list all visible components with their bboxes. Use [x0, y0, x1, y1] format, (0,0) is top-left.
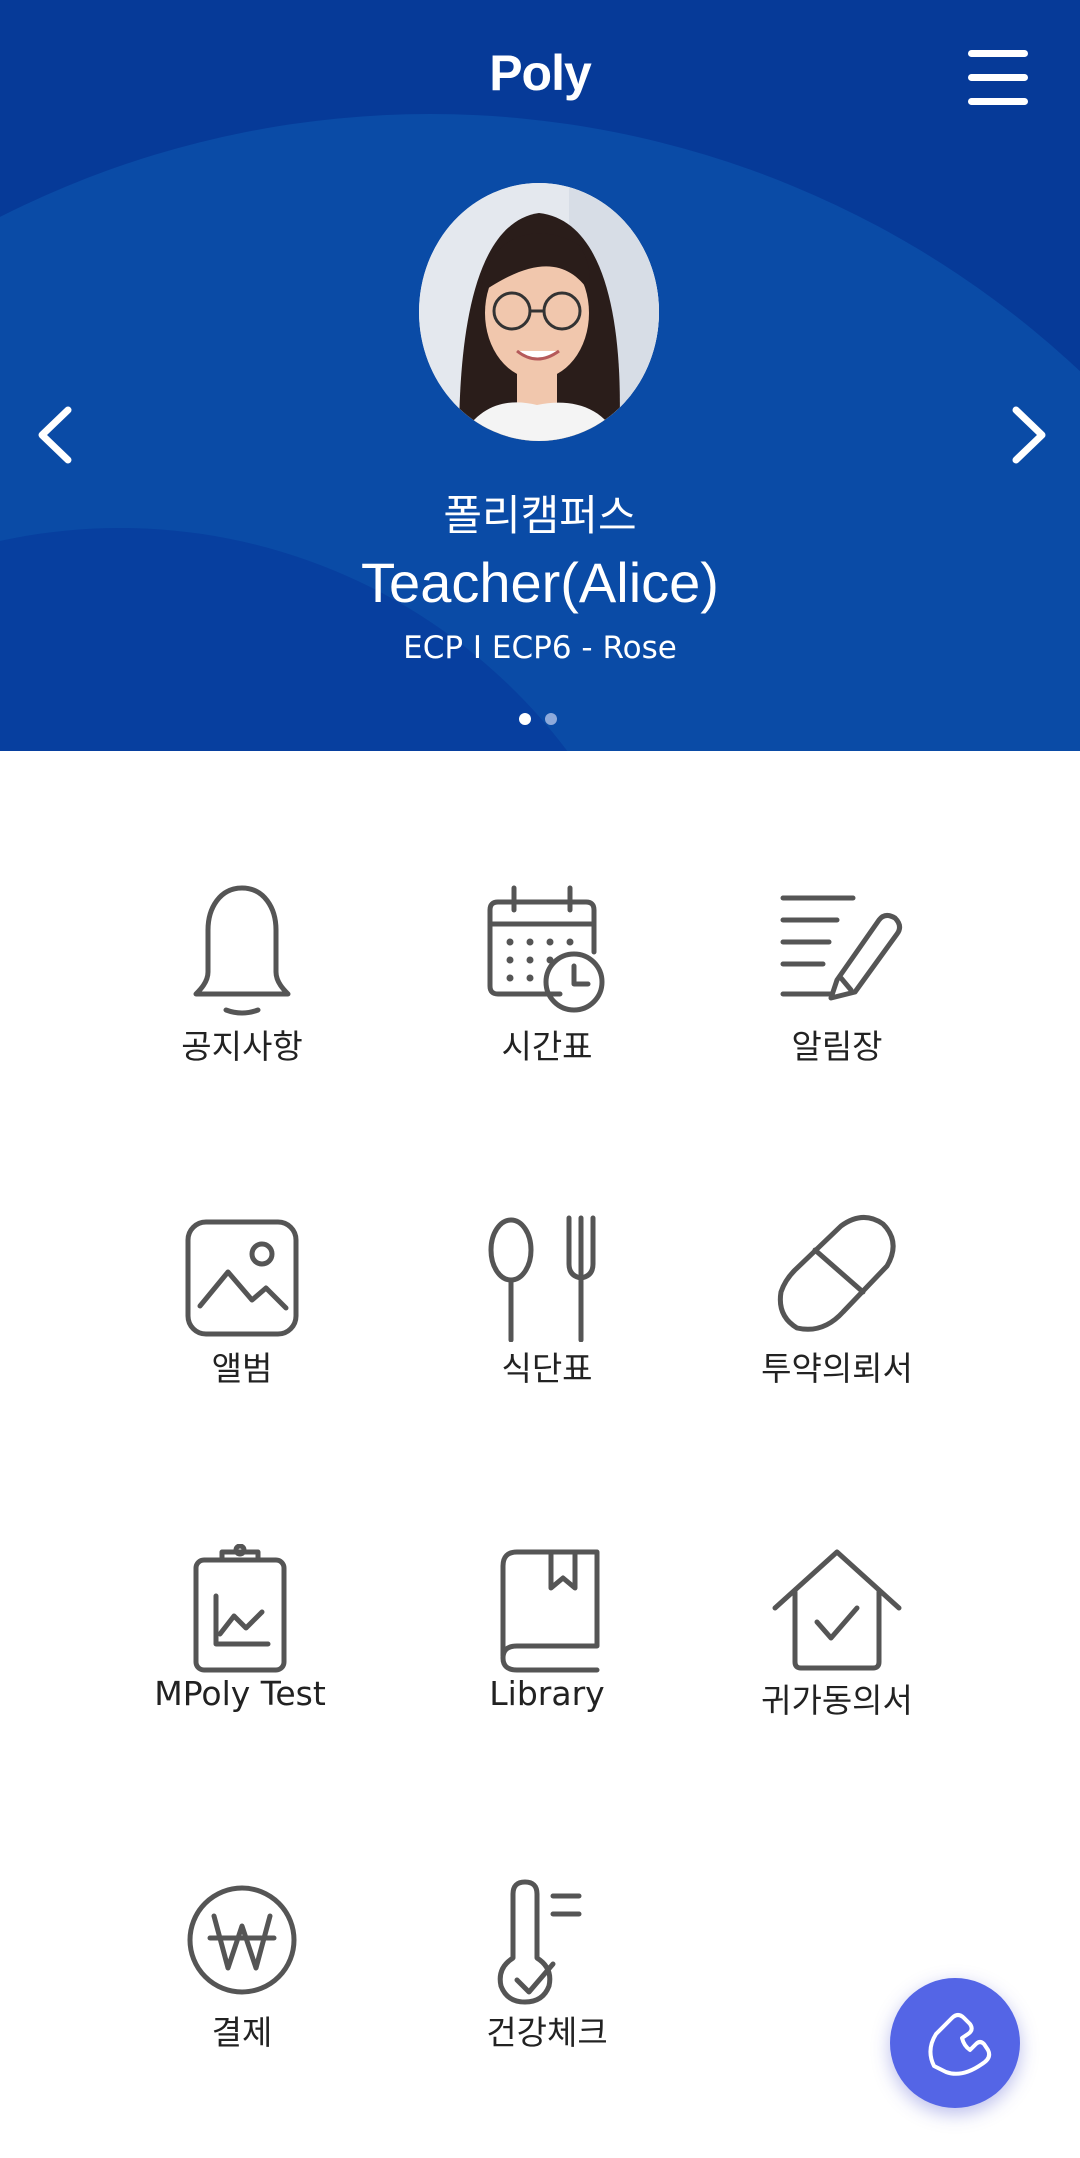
school-name: 폴리캠퍼스 — [443, 491, 637, 540]
class-info: ECP I ECP6 - Rose — [403, 630, 677, 666]
menu-item-notice-board[interactable]: 알림장 — [687, 880, 987, 1068]
profile-header: Poly 폴리캠퍼스 Teacher(Alice) ECP I ECP6 - R… — [0, 0, 1080, 751]
menu-item-label: 식단표 — [501, 1349, 593, 1388]
menu-item-label: MPoly Test — [154, 1674, 326, 1713]
clipboard-chart-icon — [193, 1544, 287, 1673]
note-pencil-icon — [780, 895, 903, 1001]
spoon-fork-icon — [488, 1215, 596, 1342]
pill-icon — [777, 1215, 896, 1332]
bell-icon — [193, 885, 291, 1016]
next-arrow-icon[interactable] — [998, 400, 1058, 470]
carousel-dot-active[interactable] — [519, 713, 531, 725]
carousel-dot[interactable] — [545, 713, 557, 725]
hamburger-menu-icon[interactable] — [968, 50, 1032, 112]
menu-item-label: 투약의뢰서 — [761, 1349, 913, 1388]
menu-item-notice[interactable]: 공지사항 — [92, 880, 392, 1068]
prev-arrow-icon[interactable] — [28, 400, 88, 470]
menu-item-health-check[interactable]: 건강체크 — [397, 1876, 697, 2054]
phone-icon — [928, 2013, 992, 2076]
house-check-icon — [772, 1549, 902, 1671]
menu-item-meal[interactable]: 식단표 — [397, 1212, 697, 1390]
menu-item-label: 앨범 — [211, 1349, 273, 1388]
menu-item-label: 건강체크 — [486, 2013, 608, 2052]
menu-item-timetable[interactable]: 시간표 — [397, 880, 697, 1068]
won-coin-icon — [187, 1885, 297, 1995]
teacher-name: Teacher(Alice) — [361, 551, 719, 614]
menu-item-label: 결제 — [211, 2013, 273, 2052]
teacher-avatar — [419, 183, 659, 441]
menu-item-label: 알림장 — [791, 1027, 883, 1066]
menu-item-return-consent[interactable]: 귀가동의서 — [687, 1544, 987, 1722]
app-logo: Poly — [489, 45, 592, 101]
menu-item-library[interactable]: Library — [397, 1544, 697, 1713]
menu-item-mpoly-test[interactable]: MPoly Test — [90, 1544, 390, 1713]
menu-item-label: 시간표 — [501, 1027, 593, 1066]
menu-item-payment[interactable]: 결제 — [92, 1876, 392, 2054]
photo-icon — [185, 1219, 299, 1337]
call-button[interactable] — [890, 1978, 1020, 2108]
thermometer-icon — [497, 1879, 582, 2005]
menu-item-label: 공지사항 — [181, 1027, 303, 1066]
menu-item-label: Library — [489, 1674, 605, 1713]
menu-item-label: 귀가동의서 — [761, 1681, 913, 1720]
book-icon — [500, 1549, 600, 1673]
calendar-clock-icon — [487, 885, 605, 1013]
menu-item-album[interactable]: 앨범 — [92, 1212, 392, 1390]
menu-item-medication[interactable]: 투약의뢰서 — [687, 1212, 987, 1390]
